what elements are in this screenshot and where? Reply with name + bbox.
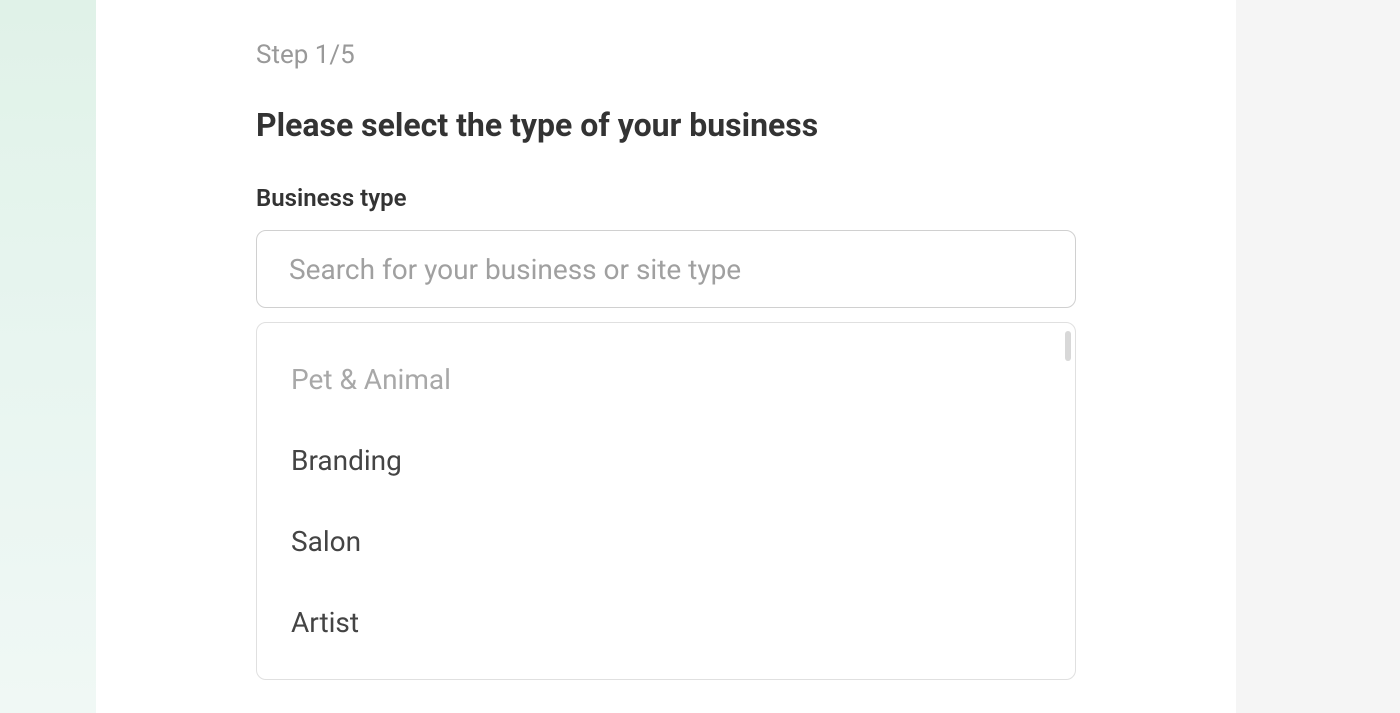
dropdown-item-branding[interactable]: Branding [257, 420, 1075, 501]
background-gradient [0, 0, 96, 713]
page-title: Please select the type of your business [256, 106, 1076, 144]
scrollbar[interactable] [1065, 331, 1071, 361]
business-type-dropdown: Pet & Animal Branding Salon Artist [256, 322, 1076, 680]
field-label: Business type [256, 184, 1076, 212]
dropdown-item-salon[interactable]: Salon [257, 501, 1075, 582]
dropdown-item-pet-animal[interactable]: Pet & Animal [257, 339, 1075, 420]
step-indicator: Step 1/5 [256, 40, 1076, 70]
form-content: Step 1/5 Please select the type of your … [96, 0, 1236, 680]
business-type-search-input[interactable] [256, 230, 1076, 308]
dropdown-item-artist[interactable]: Artist [257, 582, 1075, 663]
main-panel: Step 1/5 Please select the type of your … [96, 0, 1236, 713]
